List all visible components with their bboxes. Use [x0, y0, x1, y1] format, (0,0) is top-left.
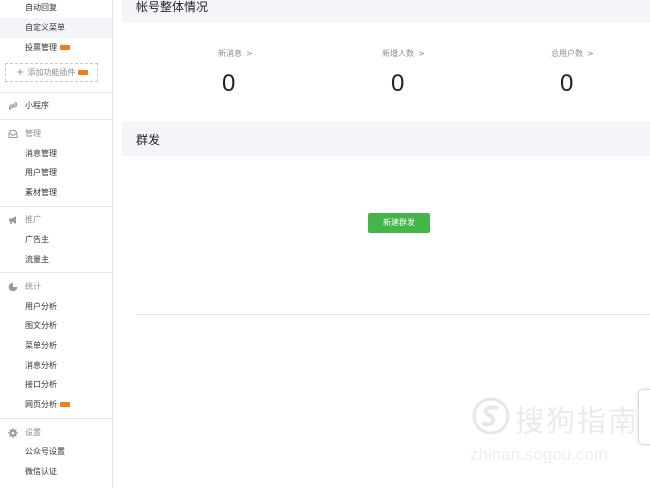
sidebar-group-label: 设置 — [25, 428, 41, 437]
sidebar-item-label: 用户分析 — [25, 302, 57, 311]
sidebar-item-label: 菜单分析 — [25, 341, 57, 350]
divider — [0, 272, 112, 273]
sidebar-item-label: 图文分析 — [25, 321, 57, 330]
sidebar-item-api-analysis[interactable]: 接口分析 — [0, 375, 112, 395]
gear-icon — [8, 428, 18, 438]
sidebar-item-auto-reply[interactable]: 自动回复 — [0, 0, 112, 18]
sidebar-group-statistics: 统计 — [0, 277, 112, 297]
sidebar-item-user-analysis[interactable]: 用户分析 — [0, 297, 112, 317]
inbox-icon — [8, 130, 18, 138]
watermark-text: 搜狗指南 — [515, 404, 640, 438]
stat-total-users-link[interactable]: 总用户数 > — [551, 48, 594, 59]
divider — [0, 206, 112, 207]
sidebar-item-message-management[interactable]: 消息管理 — [0, 144, 112, 164]
divider — [0, 418, 112, 419]
sidebar-item-traffic-host[interactable]: 流量主 — [0, 250, 112, 270]
divider — [0, 119, 112, 120]
sogou-logo-icon — [472, 397, 510, 435]
sidebar-item-mini-program[interactable]: 小程序 — [0, 96, 112, 116]
sidebar-item-label: 公众号设置 — [25, 447, 65, 456]
sidebar-item-account-settings[interactable]: 公众号设置 — [0, 442, 112, 462]
sidebar-item-label: 素材管理 — [25, 188, 57, 197]
stat-new-followers-link[interactable]: 新增人数 > — [382, 48, 425, 59]
stat-value: 0 — [391, 70, 405, 97]
sidebar-item-label: 消息管理 — [25, 149, 57, 158]
sidebar-item-article-analysis[interactable]: 图文分析 — [0, 316, 112, 336]
new-mass-send-button[interactable]: 新建群发 — [368, 213, 430, 233]
sidebar-item-label: 自定义菜单 — [25, 23, 65, 32]
mass-send-title: 群发 — [136, 133, 161, 147]
new-badge — [78, 70, 89, 75]
sidebar-item-vote-management[interactable]: 投票管理 — [0, 38, 112, 58]
sidebar-item-wechat-verification[interactable]: 微信认证 — [0, 462, 112, 482]
sidebar-item-label: 小程序 — [25, 101, 49, 110]
sidebar-item-material-management[interactable]: 素材管理 — [0, 183, 112, 203]
new-badge — [60, 402, 70, 407]
overview-title: 帐号整体情况 — [136, 0, 209, 14]
megaphone-icon — [9, 216, 16, 224]
sidebar-item-user-management[interactable]: 用户管理 — [0, 163, 112, 183]
sidebar-item-label: 自动回复 — [25, 3, 57, 12]
sidebar-item-label: 接口分析 — [25, 380, 57, 389]
sidebar-item-label: 微信认证 — [25, 467, 57, 476]
add-plugin-button[interactable]: + 添加功能插件 — [5, 63, 98, 82]
watermark-url: zhinan.sogou.com — [470, 445, 608, 464]
divider — [136, 314, 650, 315]
chevron-right-icon: > — [246, 49, 253, 58]
add-plugin-label: 添加功能插件 — [27, 68, 76, 77]
sidebar-item-webpage-analysis[interactable]: 网页分析 — [0, 395, 112, 415]
stat-new-messages-link[interactable]: 新消息 > — [218, 48, 253, 59]
plus-icon: + — [16, 67, 25, 78]
sidebar-item-label: 用户管理 — [25, 168, 57, 177]
sidebar-group-label: 统计 — [25, 282, 41, 291]
sidebar-group-label: 管理 — [25, 129, 41, 138]
sidebar-item-custom-menu[interactable]: 自定义菜单 — [0, 18, 112, 38]
stat-label: 总用户数 — [551, 49, 583, 58]
sidebar-group-promotion: 推广 — [0, 210, 112, 230]
sidebar-group-management: 管理 — [0, 124, 112, 144]
sidebar-item-label: 消息分析 — [25, 361, 57, 370]
floating-help-widget[interactable] — [638, 389, 650, 445]
sidebar-item-menu-analysis[interactable]: 菜单分析 — [0, 336, 112, 356]
chevron-right-icon: > — [418, 49, 425, 58]
stat-value: 0 — [560, 70, 574, 97]
pie-chart-icon — [8, 282, 18, 292]
sidebar-item-label: 网页分析 — [25, 400, 57, 409]
sidebar-item-label: 广告主 — [25, 235, 49, 244]
stat-value: 0 — [222, 70, 236, 97]
sidebar-group-label: 推广 — [25, 215, 41, 224]
sidebar: 自动回复 自定义菜单 投票管理 + 添加功能插件 小程序 管理 消息管理 用户管理… — [0, 0, 113, 488]
mass-send-header: 群发 — [122, 121, 650, 156]
stat-label: 新消息 — [218, 49, 242, 58]
divider — [0, 92, 112, 93]
mini-program-icon — [8, 102, 18, 110]
sidebar-item-label: 投票管理 — [25, 43, 57, 52]
stat-label: 新增人数 — [382, 49, 414, 58]
sidebar-item-advertiser[interactable]: 广告主 — [0, 230, 112, 250]
sidebar-item-message-analysis[interactable]: 消息分析 — [0, 356, 112, 376]
sidebar-group-settings: 设置 — [0, 423, 112, 443]
new-badge — [60, 45, 70, 50]
watermark: 搜狗指南 zhinan.sogou.com — [468, 393, 638, 473]
overview-header: 帐号整体情况 — [122, 0, 650, 23]
chevron-right-icon: > — [587, 49, 594, 58]
sidebar-item-label: 流量主 — [25, 255, 49, 264]
